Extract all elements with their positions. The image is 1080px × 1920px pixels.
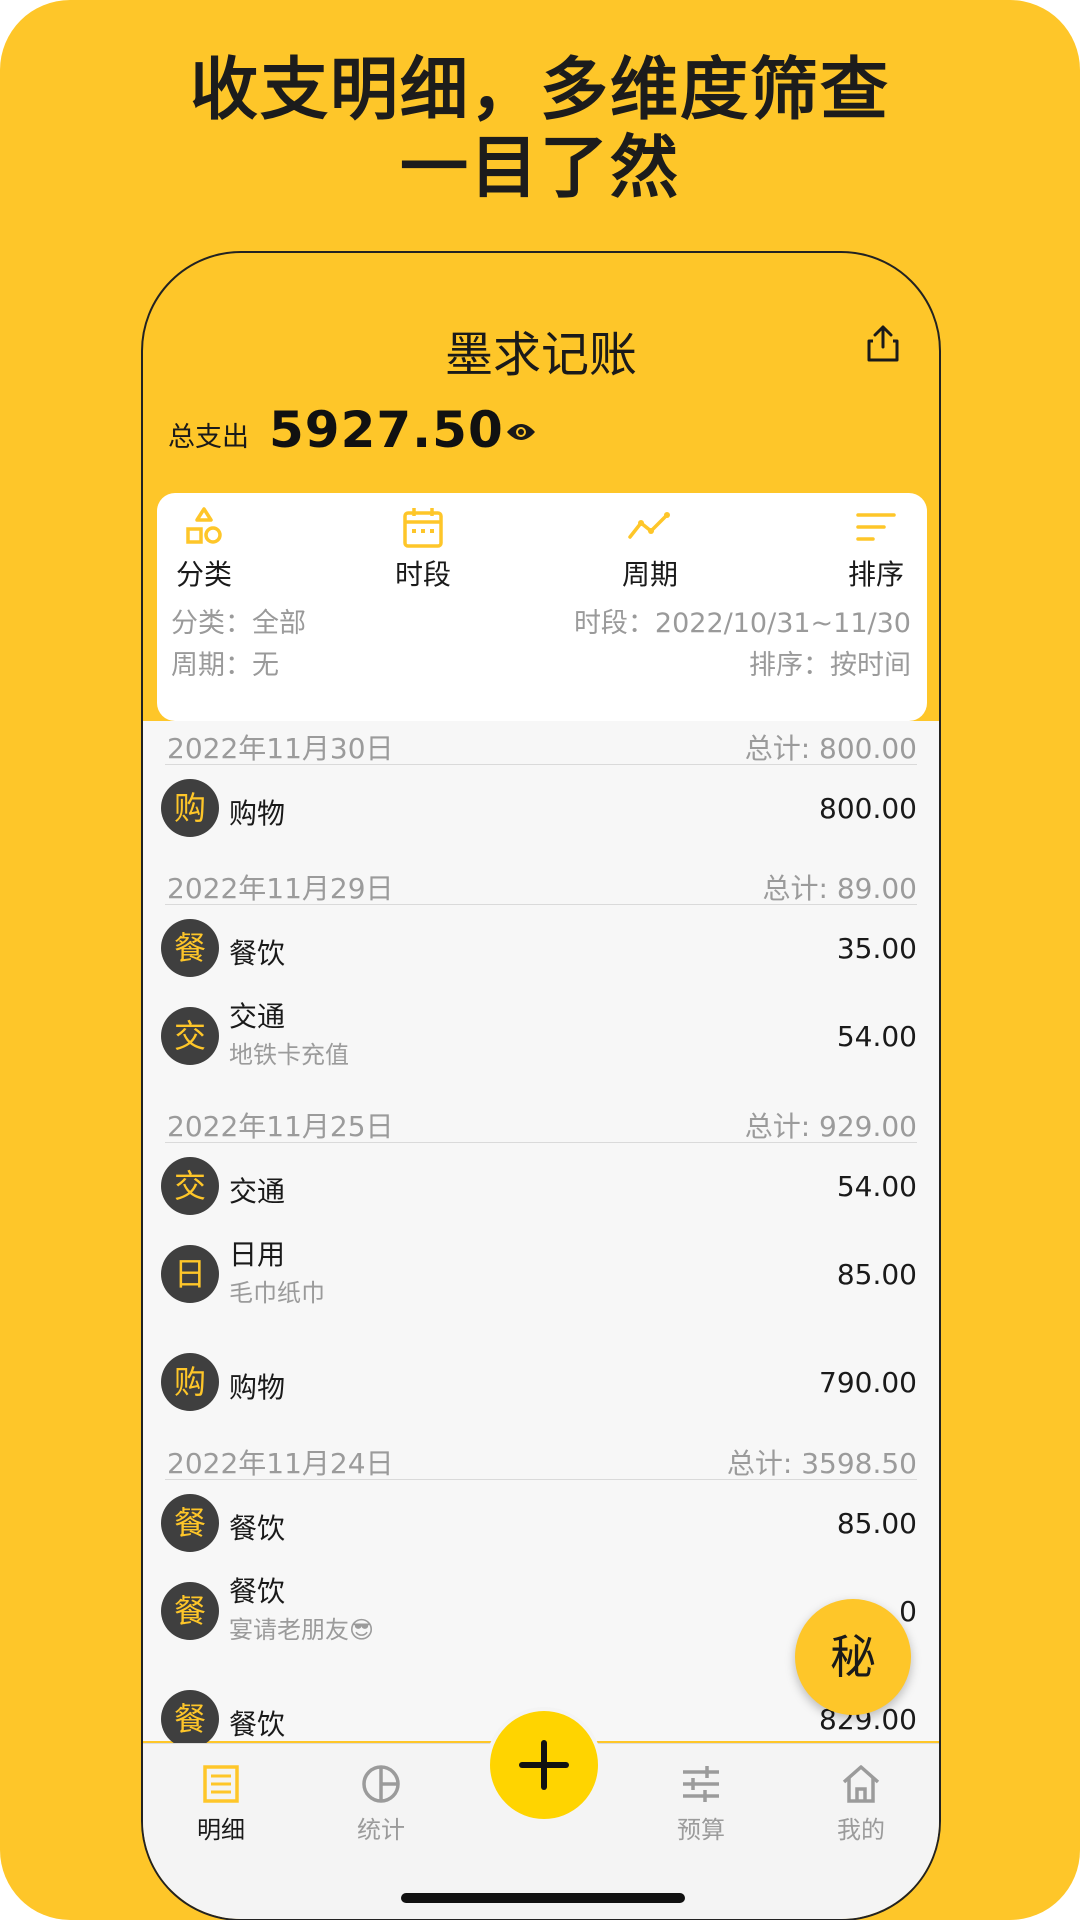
- tab-stats-label: 统计: [357, 1816, 405, 1844]
- category-name: 日用: [229, 1238, 286, 1271]
- tab-mine-label: 我的: [837, 1816, 885, 1844]
- group-date: 2022年11月29日: [167, 872, 394, 905]
- transaction-amount: 790.00: [819, 1366, 917, 1399]
- category-badge: 交: [161, 1157, 219, 1215]
- category-name: 购物: [229, 1371, 286, 1404]
- add-record-button[interactable]: [486, 1707, 602, 1823]
- group-total: 总计: 929.00: [744, 1110, 917, 1143]
- total-expense-label: 总支出: [168, 422, 249, 453]
- category-badge: 餐: [161, 1582, 219, 1640]
- category-badge: 日: [161, 1245, 219, 1303]
- tab-budget-label: 预算: [677, 1816, 725, 1844]
- transaction-row[interactable]: 购 购物 800.00: [143, 768, 939, 848]
- criteria-category: 分类：全部: [171, 608, 306, 639]
- date-group-header: 2022年11月30日 总计: 800.00: [165, 721, 917, 765]
- filter-sort-label: 排序: [847, 558, 904, 591]
- home-indicator: [401, 1893, 685, 1903]
- date-group-header: 2022年11月29日 总计: 89.00: [165, 861, 917, 905]
- group-date: 2022年11月30日: [167, 732, 394, 765]
- transaction-amount: 85.00: [836, 1507, 917, 1540]
- promo-headline-line1: 收支明细，多维度筛查: [189, 51, 890, 130]
- category-name: 餐饮: [229, 937, 286, 970]
- transaction-row[interactable]: 交 交通 地铁卡充值 54.00: [143, 991, 939, 1091]
- transaction-row[interactable]: 交 交通 54.00: [143, 1146, 939, 1226]
- tab-details-label: 明细: [197, 1816, 245, 1844]
- transaction-note: 地铁卡充值: [229, 1041, 349, 1069]
- filter-cycle-button[interactable]: 周期: [595, 505, 705, 593]
- group-total: 总计: 800.00: [744, 732, 917, 765]
- transaction-amount: 54.00: [836, 1020, 917, 1053]
- filter-category-label: 分类: [175, 558, 232, 591]
- criteria-sort: 排序：按时间: [749, 650, 911, 681]
- filter-cycle-label: 周期: [621, 558, 678, 591]
- tab-stats[interactable]: 统计: [321, 1762, 441, 1845]
- filter-range-label: 时段: [394, 558, 451, 591]
- criteria-range: 时段：2022/10/31~11/30: [573, 608, 911, 639]
- transaction-amount: 800.00: [819, 792, 917, 825]
- category-badge: 餐: [161, 919, 219, 977]
- date-group-header: 2022年11月24日 总计: 3598.50: [165, 1436, 917, 1480]
- category-badge: 餐: [161, 1690, 219, 1748]
- group-date: 2022年11月25日: [167, 1110, 394, 1143]
- category-badge: 交: [161, 1007, 219, 1065]
- transaction-amount: 54.00: [836, 1170, 917, 1203]
- transaction-row[interactable]: 购 购物 790.00: [143, 1342, 939, 1422]
- calendar-icon: [403, 508, 443, 548]
- list-icon: [203, 1765, 239, 1803]
- total-expense-value: 5927.50: [269, 401, 504, 459]
- transaction-row[interactable]: 餐 餐饮 85.00: [143, 1483, 939, 1563]
- home-icon: [842, 1765, 880, 1803]
- tab-budget[interactable]: 预算: [641, 1762, 761, 1845]
- transaction-list[interactable]: 2022年11月30日 总计: 800.00 购 购物 800.00 2022年…: [143, 721, 939, 1748]
- filter-category-button[interactable]: 分类: [149, 505, 259, 593]
- tab-details[interactable]: 明细: [161, 1762, 281, 1845]
- secret-fab-button[interactable]: 秘: [795, 1599, 911, 1715]
- category-name: 餐饮: [229, 1575, 286, 1608]
- group-total: 总计: 89.00: [762, 872, 918, 905]
- group-date: 2022年11月24日: [167, 1447, 394, 1480]
- date-group-header: 2022年11月25日 总计: 929.00: [165, 1099, 917, 1143]
- transaction-amount: 35.00: [836, 932, 917, 965]
- shapes-icon: [186, 507, 222, 544]
- category-name: 餐饮: [229, 1708, 286, 1741]
- category-name: 餐饮: [229, 1512, 286, 1545]
- transaction-note: 宴请老朋友😎: [229, 1616, 375, 1644]
- app-title: 墨求记账: [444, 327, 637, 383]
- category-badge: 餐: [161, 1494, 219, 1552]
- phone-frame: 墨求记账 总支出 5927.50 分类 时段 周期 排序 分类：全部 时段：20…: [141, 251, 941, 1920]
- transaction-row[interactable]: 餐 餐饮 35.00: [143, 908, 939, 988]
- transaction-row[interactable]: 日 日用 毛巾纸巾 85.00: [143, 1229, 939, 1329]
- sliders-icon: [683, 1766, 719, 1802]
- promo-background: 收支明细，多维度筛查 一目了然 墨求记账 总支出 5927.50 分类 时段 周…: [0, 0, 1080, 1920]
- pie-icon: [362, 1765, 400, 1803]
- transaction-amount: 0: [899, 1595, 917, 1628]
- trend-icon: [628, 512, 670, 539]
- sort-icon: [856, 513, 896, 541]
- promo-headline: 收支明细，多维度筛查 一目了然: [0, 52, 1080, 208]
- transaction-note: 毛巾纸巾: [229, 1279, 325, 1307]
- tab-mine[interactable]: 我的: [801, 1762, 921, 1845]
- plus-icon: [519, 1740, 569, 1790]
- category-name: 交通: [229, 1175, 286, 1208]
- criteria-cycle: 周期：无: [171, 650, 279, 681]
- category-badge: 购: [161, 779, 219, 837]
- group-total: 总计: 3598.50: [726, 1447, 917, 1480]
- filter-panel: 分类 时段 周期 排序 分类：全部 时段：2022/10/31~11/30 周期…: [157, 493, 927, 721]
- filter-range-button[interactable]: 时段: [368, 505, 478, 593]
- category-name: 购物: [229, 797, 286, 830]
- promo-headline-line2: 一目了然: [399, 129, 680, 208]
- share-icon[interactable]: [865, 323, 901, 363]
- transaction-amount: 85.00: [836, 1258, 917, 1291]
- category-badge: 购: [161, 1353, 219, 1411]
- filter-sort-button[interactable]: 排序: [821, 505, 931, 593]
- category-name: 交通: [229, 1000, 286, 1033]
- eye-icon[interactable]: [506, 421, 536, 443]
